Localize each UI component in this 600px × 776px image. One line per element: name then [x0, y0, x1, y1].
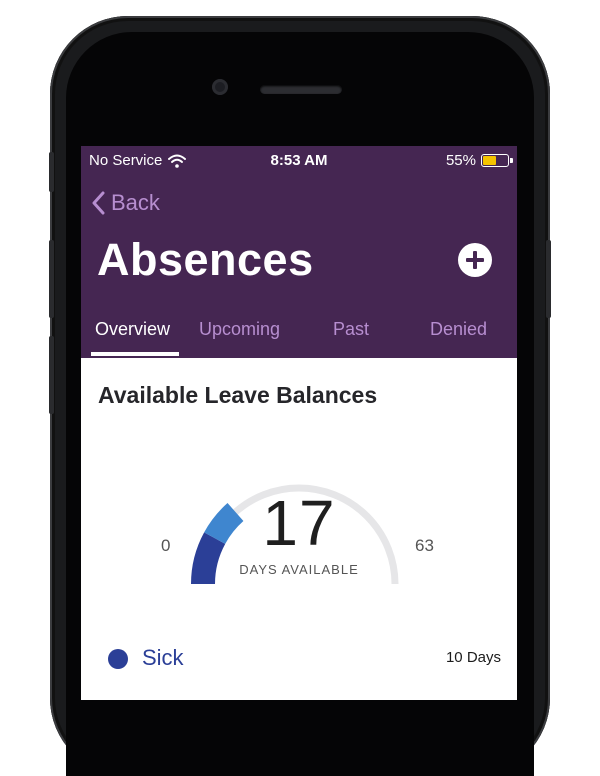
days-available-caption: DAYS AVAILABLE	[239, 562, 359, 577]
page-title: Absences	[97, 234, 314, 285]
leave-balance-gauge: 0 63 17 DAYS AVAILABLE	[81, 436, 517, 596]
tab-upcoming[interactable]: Upcoming	[199, 319, 280, 340]
earpiece-speaker	[260, 85, 342, 94]
tab-past[interactable]: Past	[333, 319, 369, 340]
back-button[interactable]: Back	[91, 190, 160, 216]
battery-percent: 55%	[445, 152, 476, 169]
app-header: No Service 8:53 AM 55% Back Absences Ove…	[81, 146, 517, 358]
battery-fill	[483, 156, 496, 165]
battery-tip	[510, 158, 513, 163]
back-label: Back	[111, 190, 160, 215]
leave-color-dot	[108, 649, 128, 669]
leave-type-row-sick[interactable]: Sick 10 Days	[81, 636, 517, 680]
front-camera	[212, 79, 228, 95]
active-tab-indicator	[91, 352, 179, 356]
volume-down-button	[49, 336, 54, 414]
mute-switch	[49, 152, 54, 192]
status-right: 55%	[445, 152, 513, 169]
days-available-value: 17	[262, 487, 336, 559]
section-title: Available Leave Balances	[98, 382, 378, 408]
leave-type-name: Sick	[142, 645, 184, 670]
add-absence-button[interactable]	[458, 243, 492, 277]
plus-icon	[466, 251, 484, 269]
battery-icon	[481, 154, 513, 167]
chevron-left-icon	[92, 191, 105, 215]
volume-up-button	[49, 240, 54, 318]
tab-overview[interactable]: Overview	[95, 319, 170, 340]
tab-denied[interactable]: Denied	[430, 319, 487, 340]
power-button	[546, 240, 551, 318]
app-screen: No Service 8:53 AM 55% Back Absences Ove…	[81, 146, 517, 700]
leave-type-days: 10 Days	[445, 649, 501, 666]
tab-bar: Overview Upcoming Past Denied	[81, 311, 517, 358]
status-bar: No Service 8:53 AM 55%	[81, 146, 517, 174]
